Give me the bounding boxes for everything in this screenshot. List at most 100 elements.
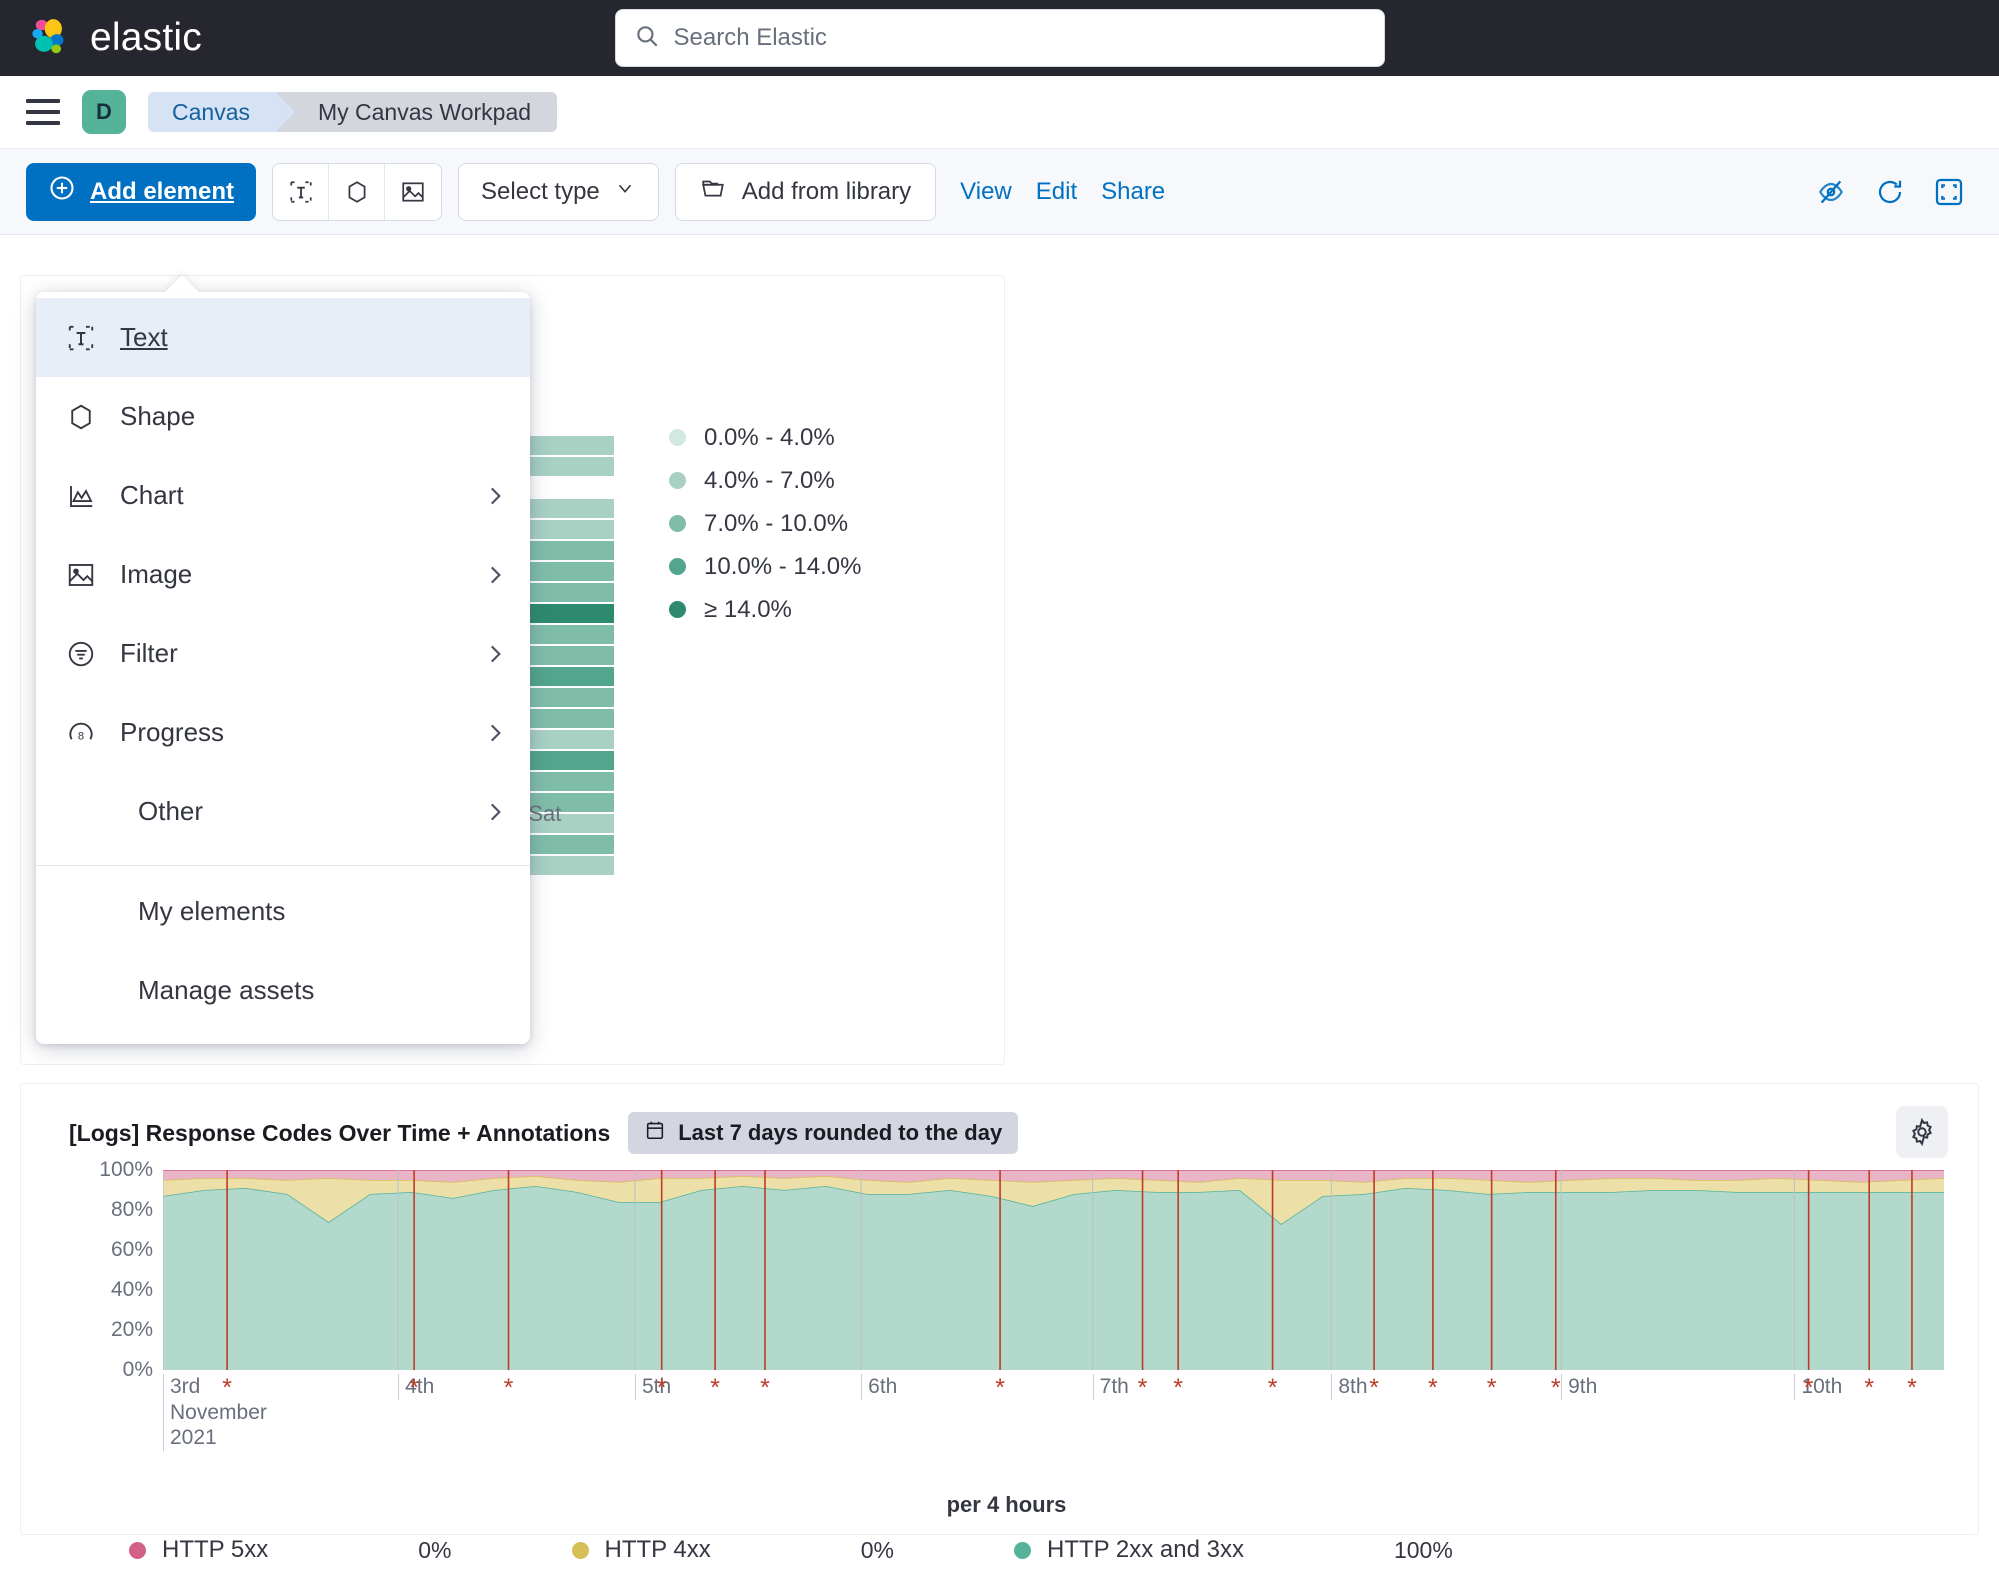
menu-item-progress[interactable]: 8 Progress [36, 693, 530, 772]
annotation-marker[interactable]: * [1804, 1374, 1814, 1403]
x-axis-label-text: 9th [1568, 1375, 1597, 1398]
chevron-right-icon [482, 641, 508, 667]
menu-item-chart[interactable]: Chart [36, 456, 530, 535]
annotation-marker[interactable]: * [1268, 1374, 1278, 1403]
heatmap-legend: 0.0% - 4.0% 4.0% - 7.0% 7.0% - 10.0% 10.0% … [669, 416, 861, 631]
annotation-marker[interactable]: * [657, 1374, 667, 1403]
text-icon[interactable] [273, 164, 329, 220]
annotation-marker[interactable]: * [760, 1374, 770, 1403]
annotation-marker[interactable]: * [504, 1374, 514, 1403]
annotation-marker[interactable]: * [222, 1374, 232, 1403]
heatmap-legend-item[interactable]: 10.0% - 14.0% [669, 545, 861, 588]
x-axis-label: 10th [1794, 1374, 1842, 1400]
annotation-marker[interactable]: * [995, 1374, 1005, 1403]
annotation-marker[interactable]: * [1551, 1374, 1561, 1403]
legend-label: 0.0% - 4.0% [704, 424, 835, 452]
canvas-toolbar: Add element [0, 149, 1999, 235]
x-axis-label-sub: 2021 [170, 1426, 217, 1449]
annotation-marker[interactable]: * [1864, 1374, 1874, 1403]
menu-item-image[interactable]: Image [36, 535, 530, 614]
response-codes-time-badge[interactable]: Last 7 days rounded to the day [628, 1112, 1018, 1154]
heatmap-legend-item[interactable]: 7.0% - 10.0% [669, 502, 861, 545]
legend-item-http-5xx[interactable]: HTTP 5xx [129, 1536, 268, 1564]
x-axis-title: per 4 hours [69, 1492, 1944, 1518]
response-codes-time-label: Last 7 days rounded to the day [678, 1120, 1002, 1146]
chevron-right-icon [482, 720, 508, 746]
heatmap-legend-item[interactable]: 4.0% - 7.0% [669, 459, 861, 502]
menu-item-label: My elements [138, 896, 508, 927]
legend-color-dot [669, 515, 686, 532]
brand-name: elastic [90, 16, 202, 60]
annotation-marker[interactable]: * [1907, 1374, 1917, 1403]
legend-label: HTTP 4xx [605, 1536, 711, 1564]
quick-element-group [272, 163, 442, 221]
brand[interactable]: elastic [0, 15, 202, 61]
chevron-right-icon [482, 483, 508, 509]
legend-color-dot [669, 429, 686, 446]
select-type-dropdown[interactable]: Select type [458, 163, 659, 221]
annotation-marker[interactable]: * [1428, 1374, 1438, 1403]
menu-item-other[interactable]: Other [36, 772, 530, 851]
refresh-icon[interactable] [1875, 177, 1905, 207]
folder-icon [700, 175, 726, 208]
space-avatar[interactable]: D [82, 90, 126, 134]
annotation-marker[interactable]: * [1487, 1374, 1497, 1403]
menu-item-my-elements[interactable]: My elements [36, 872, 530, 951]
menu-item-label: Progress [120, 717, 460, 748]
response-codes-panel[interactable]: [Logs] Response Codes Over Time + Annota… [20, 1083, 1979, 1535]
fullscreen-icon[interactable] [1933, 176, 1965, 208]
annotation-marker[interactable]: * [710, 1374, 720, 1403]
menu-toggle-icon[interactable] [26, 99, 60, 125]
heatmap-legend-item[interactable]: 0.0% - 4.0% [669, 416, 861, 459]
add-element-button[interactable]: Add element [26, 163, 256, 221]
breadcrumb: Canvas My Canvas Workpad [148, 92, 557, 132]
shape-icon[interactable] [329, 164, 385, 220]
legend-item-http-2xx-and-3xx[interactable]: HTTP 2xx and 3xx [1014, 1536, 1244, 1564]
menu-item-text[interactable]: Text [36, 298, 530, 377]
annotation-marker[interactable]: * [1369, 1374, 1379, 1403]
hide-editing-controls-icon[interactable] [1815, 176, 1847, 208]
breadcrumb-bar: D Canvas My Canvas Workpad [0, 76, 1999, 149]
y-axis: 100%80%60%40%20%0% [69, 1158, 153, 1374]
global-search[interactable] [615, 9, 1385, 67]
y-axis-tick: 20% [111, 1318, 153, 1342]
area-plot[interactable] [163, 1170, 1944, 1370]
menu-item-shape[interactable]: Shape [36, 377, 530, 456]
search-input[interactable] [674, 24, 1366, 52]
breadcrumb-item-workpad[interactable]: My Canvas Workpad [276, 92, 557, 132]
share-link[interactable]: Share [1101, 178, 1165, 206]
global-header: elastic [0, 0, 1999, 76]
edit-link[interactable]: Edit [1036, 178, 1077, 206]
add-element-menu: TextShapeChartImageFilter8ProgressOther … [36, 292, 530, 1044]
x-axis-label-text: 8th [1338, 1375, 1367, 1398]
x-axis-label: 9th [1561, 1374, 1597, 1400]
image-icon[interactable] [385, 164, 441, 220]
breadcrumb-item-canvas[interactable]: Canvas [148, 92, 276, 132]
add-from-library-button[interactable]: Add from library [675, 163, 936, 221]
annotation-marker[interactable]: * [1173, 1374, 1183, 1403]
legend-label: 4.0% - 7.0% [704, 467, 835, 495]
response-codes-settings-button[interactable] [1896, 1106, 1948, 1158]
menu-divider [36, 865, 530, 866]
chevron-down-icon [614, 177, 636, 206]
legend-color-dot [572, 1542, 589, 1559]
chevron-right-icon [482, 562, 508, 588]
menu-item-label: Manage assets [138, 975, 508, 1006]
y-axis-tick: 80% [111, 1198, 153, 1222]
menu-item-manage-assets[interactable]: Manage assets [36, 951, 530, 1030]
add-element-label: Add element [90, 178, 234, 206]
annotation-marker[interactable]: * [1138, 1374, 1148, 1403]
calendar-icon [644, 1119, 666, 1147]
view-link[interactable]: View [960, 178, 1012, 206]
heatmap-legend-item[interactable]: ≥ 14.0% [669, 588, 861, 631]
legend-label: 7.0% - 10.0% [704, 510, 848, 538]
add-from-library-label: Add from library [742, 178, 911, 206]
chart-icon [64, 481, 98, 511]
legend-item-http-4xx[interactable]: HTTP 4xx [572, 1536, 711, 1564]
menu-item-filter[interactable]: Filter [36, 614, 530, 693]
shape-icon [64, 402, 98, 432]
x-axis-labels: 3rdNovember20214th5th6th7th8th9th10th***… [163, 1374, 1944, 1444]
x-axis-label-sub: November [170, 1401, 267, 1424]
annotation-marker[interactable]: * [409, 1374, 419, 1403]
progress-icon: 8 [64, 718, 98, 748]
